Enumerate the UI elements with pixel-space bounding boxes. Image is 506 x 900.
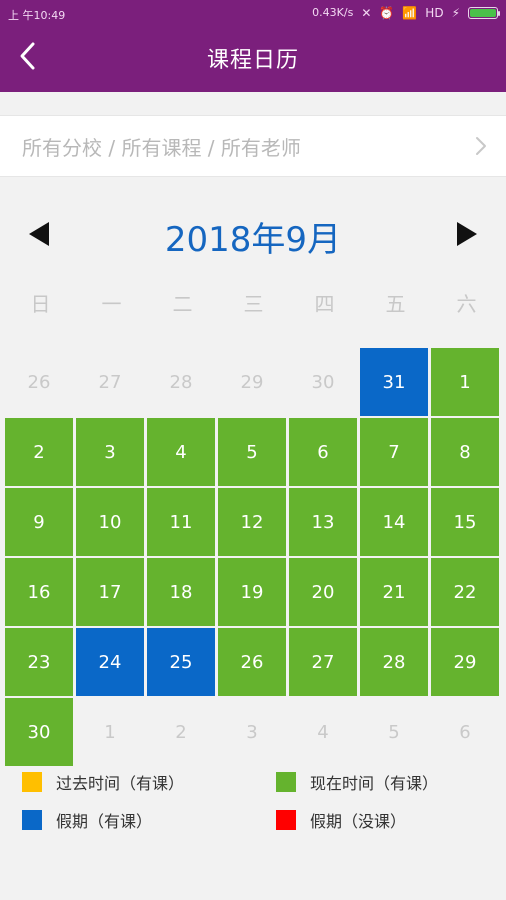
month-title: 2018年9月	[164, 220, 342, 260]
calendar-day-other: 27	[98, 371, 122, 393]
calendar-day-present[interactable]: 26	[218, 628, 286, 696]
calendar-day-present[interactable]: 8	[431, 418, 499, 486]
calendar-day-present[interactable]: 3	[76, 418, 144, 486]
calendar-day-other: 1	[104, 721, 116, 743]
weekday-label: 一	[101, 292, 122, 316]
next-month-button[interactable]	[455, 220, 479, 248]
weekday-label: 四	[314, 292, 335, 316]
weekday-label: 日	[30, 292, 51, 316]
calendar-day-present[interactable]: 18	[147, 558, 215, 626]
calendar-day-present[interactable]: 6	[289, 418, 357, 486]
weekday-label: 六	[456, 292, 477, 316]
calendar-day-present[interactable]: 9	[5, 488, 73, 556]
calendar-day-present[interactable]: 17	[76, 558, 144, 626]
status-icons: 0.43K/s ✕ ⏰ 📶 HD ⚡	[312, 5, 500, 20]
legend-item-past: 过去时间（有课）	[22, 770, 184, 794]
calendar-day-present[interactable]: 14	[360, 488, 428, 556]
mute-icon: ✕	[361, 5, 372, 20]
calendar-day-present[interactable]: 22	[431, 558, 499, 626]
calendar-day-present[interactable]: 20	[289, 558, 357, 626]
battery-icon	[468, 6, 500, 19]
calendar-day-other: 29	[240, 371, 264, 393]
chevron-right-icon	[476, 137, 486, 155]
calendar-grid: 26 27 28 29 30 31 1 2 3 4 5 6 7 8 9 10 11 12 13 14 15 16 17 18 1…	[5, 348, 502, 766]
weekday-label: 二	[172, 292, 193, 316]
alarm-icon: ⏰	[379, 5, 395, 20]
calendar-day-present[interactable]: 2	[5, 418, 73, 486]
page-title: 课程日历	[206, 48, 299, 73]
weekday-label: 五	[385, 292, 406, 316]
calendar-day-holiday[interactable]: 25	[147, 628, 215, 696]
calendar-day-present[interactable]: 19	[218, 558, 286, 626]
month-header: 2018年9月	[0, 208, 506, 260]
calendar-day-present[interactable]: 10	[76, 488, 144, 556]
calendar-day-holiday[interactable]: 24	[76, 628, 144, 696]
legend-label-present: 现在时间（有课）	[310, 774, 439, 793]
calendar-day-present[interactable]: 5	[218, 418, 286, 486]
status-time: 上 午10:49	[8, 9, 66, 22]
calendar-day-present[interactable]: 15	[431, 488, 499, 556]
legend-swatch-present	[276, 772, 296, 792]
filter-text: 所有分校 / 所有课程 / 所有老师	[22, 135, 301, 160]
calendar-day-holiday[interactable]: 31	[360, 348, 428, 416]
weekday-header: 日一二三四五六	[5, 288, 502, 318]
calendar-day-present[interactable]: 4	[147, 418, 215, 486]
charging-icon: ⚡	[451, 5, 460, 20]
network-speed: 0.43K/s	[312, 6, 354, 19]
calendar-day-present[interactable]: 11	[147, 488, 215, 556]
calendar-day-present[interactable]: 27	[289, 628, 357, 696]
calendar-day-other: 4	[317, 721, 329, 743]
legend-label-holiday-no-class: 假期（没课）	[310, 812, 407, 831]
calendar-day-present[interactable]: 21	[360, 558, 428, 626]
wifi-icon: 📶	[402, 5, 418, 20]
status-bar: 上 午10:49 0.43K/s ✕ ⏰ 📶 HD ⚡	[0, 0, 506, 28]
calendar-day-other: 2	[175, 721, 187, 743]
calendar-day-other: 5	[388, 721, 400, 743]
legend-item-holiday-no-class: 假期（没课）	[276, 808, 406, 832]
calendar-day-other: 30	[311, 371, 335, 393]
calendar-day-present[interactable]: 23	[5, 628, 73, 696]
calendar-day-present[interactable]: 1	[431, 348, 499, 416]
legend-swatch-holiday-with-class	[22, 810, 42, 830]
calendar-day-other: 26	[27, 371, 51, 393]
calendar-day-present[interactable]: 29	[431, 628, 499, 696]
calendar-day-other: 3	[246, 721, 258, 743]
legend-item-holiday-with-class: 假期（有课）	[22, 808, 152, 832]
calendar-day-present[interactable]: 28	[360, 628, 428, 696]
calendar-day-other: 6	[459, 721, 471, 743]
filter-selector[interactable]: 所有分校 / 所有课程 / 所有老师	[0, 115, 506, 177]
legend-label-holiday-with-class: 假期（有课）	[56, 812, 153, 831]
calendar-day-other: 28	[169, 371, 193, 393]
legend-swatch-past	[22, 772, 42, 792]
battery-fill	[470, 8, 496, 17]
app-bar: 上 午10:49 0.43K/s ✕ ⏰ 📶 HD ⚡ 课程日历	[0, 0, 506, 92]
calendar-day-present[interactable]: 7	[360, 418, 428, 486]
legend-item-present: 现在时间（有课）	[276, 770, 438, 794]
legend-label-past: 过去时间（有课）	[56, 774, 185, 793]
legend-swatch-holiday-no-class	[276, 810, 296, 830]
hd-icon: HD	[425, 5, 444, 20]
weekday-label: 三	[243, 292, 264, 316]
calendar-day-present[interactable]: 16	[5, 558, 73, 626]
calendar-day-present[interactable]: 12	[218, 488, 286, 556]
calendar-day-present[interactable]: 30	[5, 698, 73, 766]
calendar-day-present[interactable]: 13	[289, 488, 357, 556]
